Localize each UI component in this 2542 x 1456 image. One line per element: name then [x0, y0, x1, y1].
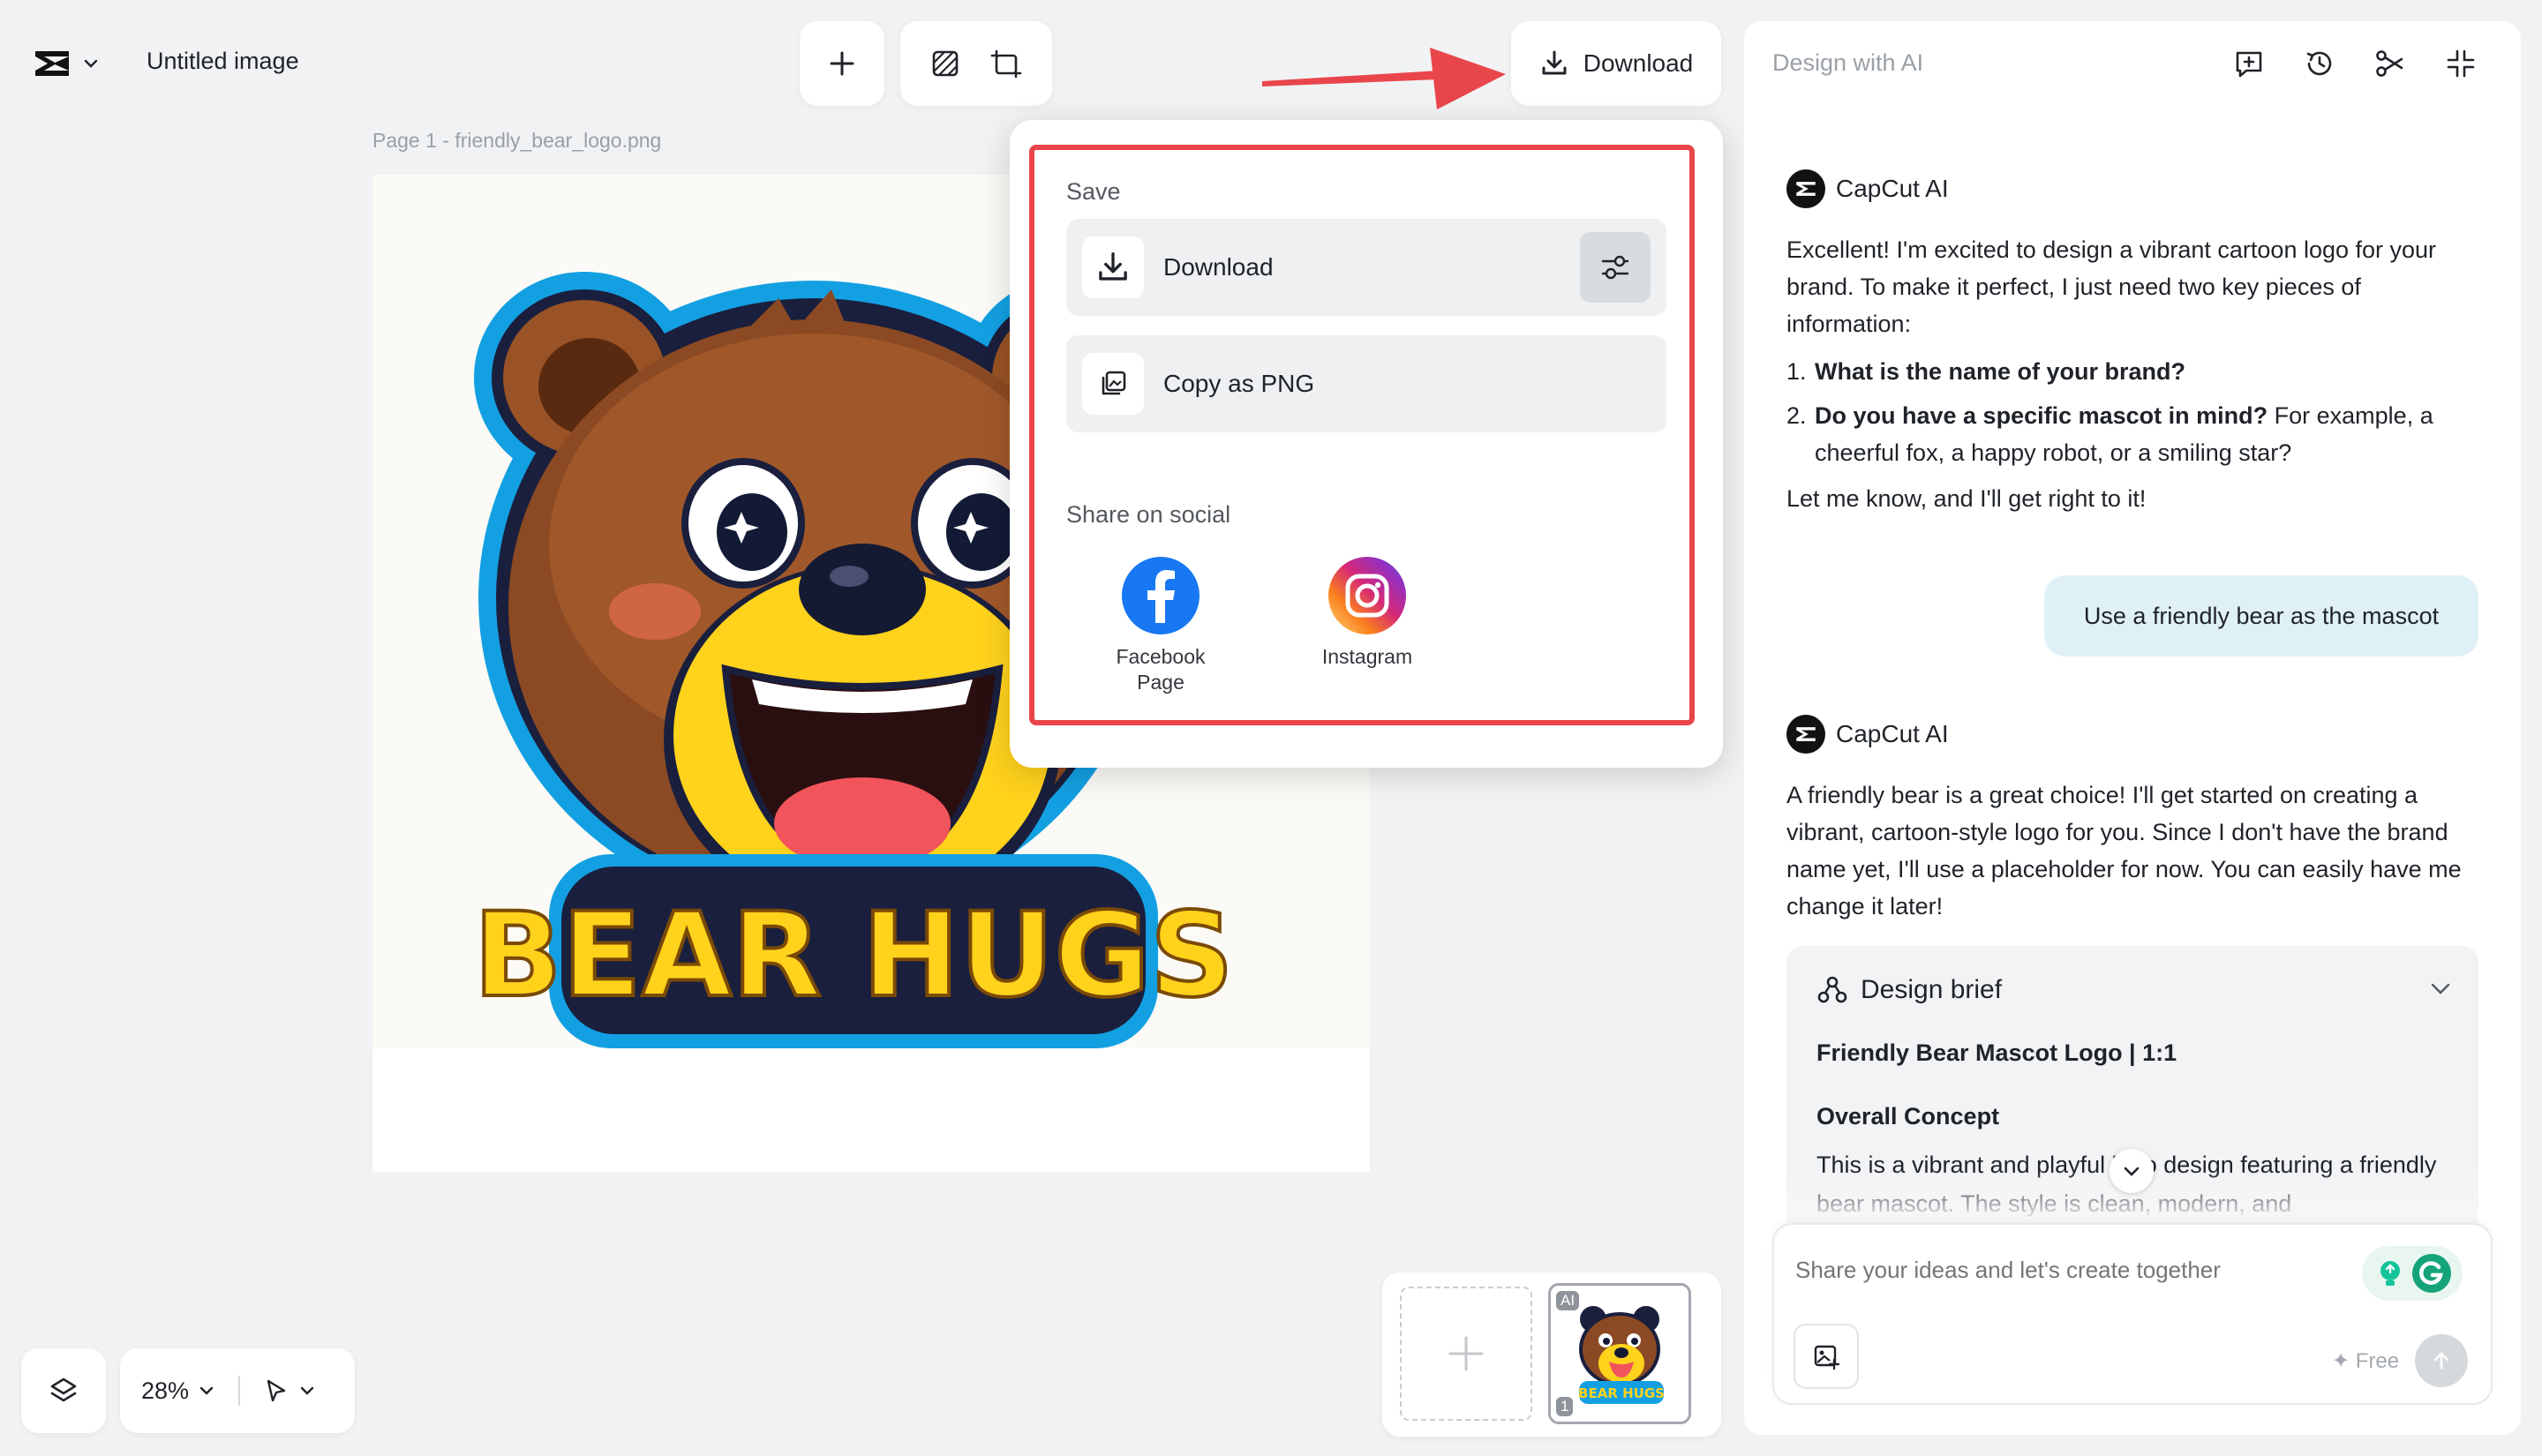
ai-message-1: Excellent! I'm excited to design a vibra… [1786, 231, 2480, 517]
add-button[interactable] [800, 21, 884, 106]
thumbnail-logo-text: BEAR HUGS [1578, 1385, 1665, 1401]
canvas-tools-group [900, 21, 1052, 106]
chevron-down-icon[interactable] [2427, 976, 2454, 1002]
arrow-up-icon [2430, 1349, 2453, 1372]
download-icon [1082, 236, 1144, 298]
plus-icon [1447, 1334, 1485, 1373]
new-chat-icon[interactable] [2230, 44, 2268, 83]
ai-message-outro: Let me know, and I'll get right to it! [1786, 485, 2147, 512]
download-settings-button[interactable] [1580, 232, 1651, 303]
share-facebook-page[interactable]: Facebook Page [1094, 556, 1227, 695]
share-flow-icon[interactable] [2371, 44, 2410, 83]
instagram-icon [1301, 556, 1433, 635]
list-number: 2. [1786, 402, 1807, 429]
popup-download-label: Download [1163, 253, 1274, 281]
chevron-down-icon[interactable] [198, 1382, 215, 1400]
divider [238, 1376, 241, 1406]
sliders-icon [1598, 251, 1632, 284]
collapse-icon[interactable] [2441, 44, 2480, 83]
download-button-label: Download [1583, 49, 1694, 77]
page-label: Page 1 - friendly_bear_logo.png [372, 129, 662, 152]
design-brief-header: Design brief [1816, 974, 2002, 1006]
panel-title: Design with AI [1772, 49, 1924, 76]
question-2: 2. Do you have a specific mascot in mind… [1786, 397, 2480, 471]
question-2-bold: Do you have a specific mascot in mind? [1815, 402, 2268, 429]
ai-message-header: CapCut AI [1786, 715, 1949, 754]
instagram-label: Instagram [1321, 645, 1413, 668]
facebook-label-line2: Page [1137, 671, 1185, 694]
question-1: 1. What is the name of your brand? [1786, 353, 2480, 390]
copy-image-icon [1082, 353, 1144, 415]
chat-input[interactable] [1795, 1257, 2343, 1284]
list-number: 1. [1786, 358, 1807, 385]
copy-as-png-label: Copy as PNG [1163, 370, 1315, 397]
add-page-button[interactable] [1400, 1287, 1532, 1421]
brief-concept-label: Overall Concept [1816, 1103, 2000, 1130]
design-brief-title: Design brief [1861, 975, 2003, 1004]
popup-download-option[interactable]: Download [1066, 219, 1666, 316]
upload-image-button[interactable] [1794, 1324, 1859, 1389]
share-instagram[interactable]: Instagram [1301, 556, 1433, 670]
grammarly-icon [2411, 1253, 2452, 1294]
logo-text: BEAR HUGS [473, 888, 1234, 1024]
share-section-label: Share on social [1066, 501, 1231, 528]
question-2-text: Do you have a specific mascot in mind? F… [1815, 397, 2480, 471]
ai-badge: AI [1556, 1291, 1580, 1310]
ai-message-intro: Excellent! I'm excited to design a vibra… [1786, 236, 2437, 337]
free-label: Free [2355, 1349, 2400, 1373]
sparkle-icon: ✦ [2332, 1349, 2350, 1373]
save-section-label: Save [1066, 178, 1121, 205]
zoom-level[interactable]: 28% [141, 1377, 189, 1405]
ai-name: CapCut AI [1836, 175, 1949, 202]
capcut-logo-icon [32, 48, 72, 79]
user-message: Use a friendly bear as the mascot [2044, 575, 2478, 657]
page-number-badge: 1 [1556, 1397, 1574, 1416]
download-icon [1539, 49, 1569, 79]
resize-crop-icon[interactable] [990, 48, 1022, 79]
zoom-controls: 28% [120, 1348, 355, 1433]
document-title[interactable]: Untitled image [147, 48, 299, 75]
brief-subtitle: Friendly Bear Mascot Logo | 1:1 [1816, 1039, 2177, 1066]
chevron-down-icon [2121, 1160, 2142, 1182]
annotation-arrow [1262, 46, 1509, 113]
ai-message-2: A friendly bear is a great choice! I'll … [1786, 782, 2462, 919]
history-icon[interactable] [2300, 44, 2339, 83]
question-1-text: What is the name of your brand? [1815, 358, 2186, 385]
facebook-icon [1094, 556, 1227, 635]
capcut-ai-avatar-icon [1786, 715, 1825, 754]
app-menu-button[interactable] [32, 41, 120, 86]
pointer-tool-icon[interactable] [263, 1377, 290, 1404]
capcut-ai-avatar-icon [1786, 169, 1825, 208]
grammarly-widget[interactable] [2362, 1246, 2463, 1301]
free-indicator: ✦ Free [2332, 1348, 2399, 1374]
lightbulb-icon [2373, 1256, 2408, 1291]
download-button[interactable]: Download [1511, 21, 1721, 106]
image-add-icon [1812, 1342, 1840, 1370]
facebook-label-line1: Facebook [1116, 645, 1206, 668]
copy-as-png-option[interactable]: Copy as PNG [1066, 335, 1666, 432]
chevron-down-icon[interactable] [298, 1382, 316, 1400]
plus-icon [827, 49, 857, 79]
chevron-down-icon [81, 54, 101, 73]
layers-button[interactable] [21, 1348, 106, 1433]
background-pattern-icon[interactable] [930, 49, 960, 79]
ai-name: CapCut AI [1836, 720, 1949, 747]
layers-icon [48, 1375, 79, 1407]
ai-message-header: CapCut AI [1786, 169, 1949, 208]
scroll-down-button[interactable] [2110, 1149, 2154, 1193]
brief-nodes-icon [1816, 974, 1848, 1006]
page-thumbnail[interactable]: BEAR HUGS AI 1 [1548, 1283, 1691, 1424]
send-button[interactable] [2415, 1334, 2468, 1387]
